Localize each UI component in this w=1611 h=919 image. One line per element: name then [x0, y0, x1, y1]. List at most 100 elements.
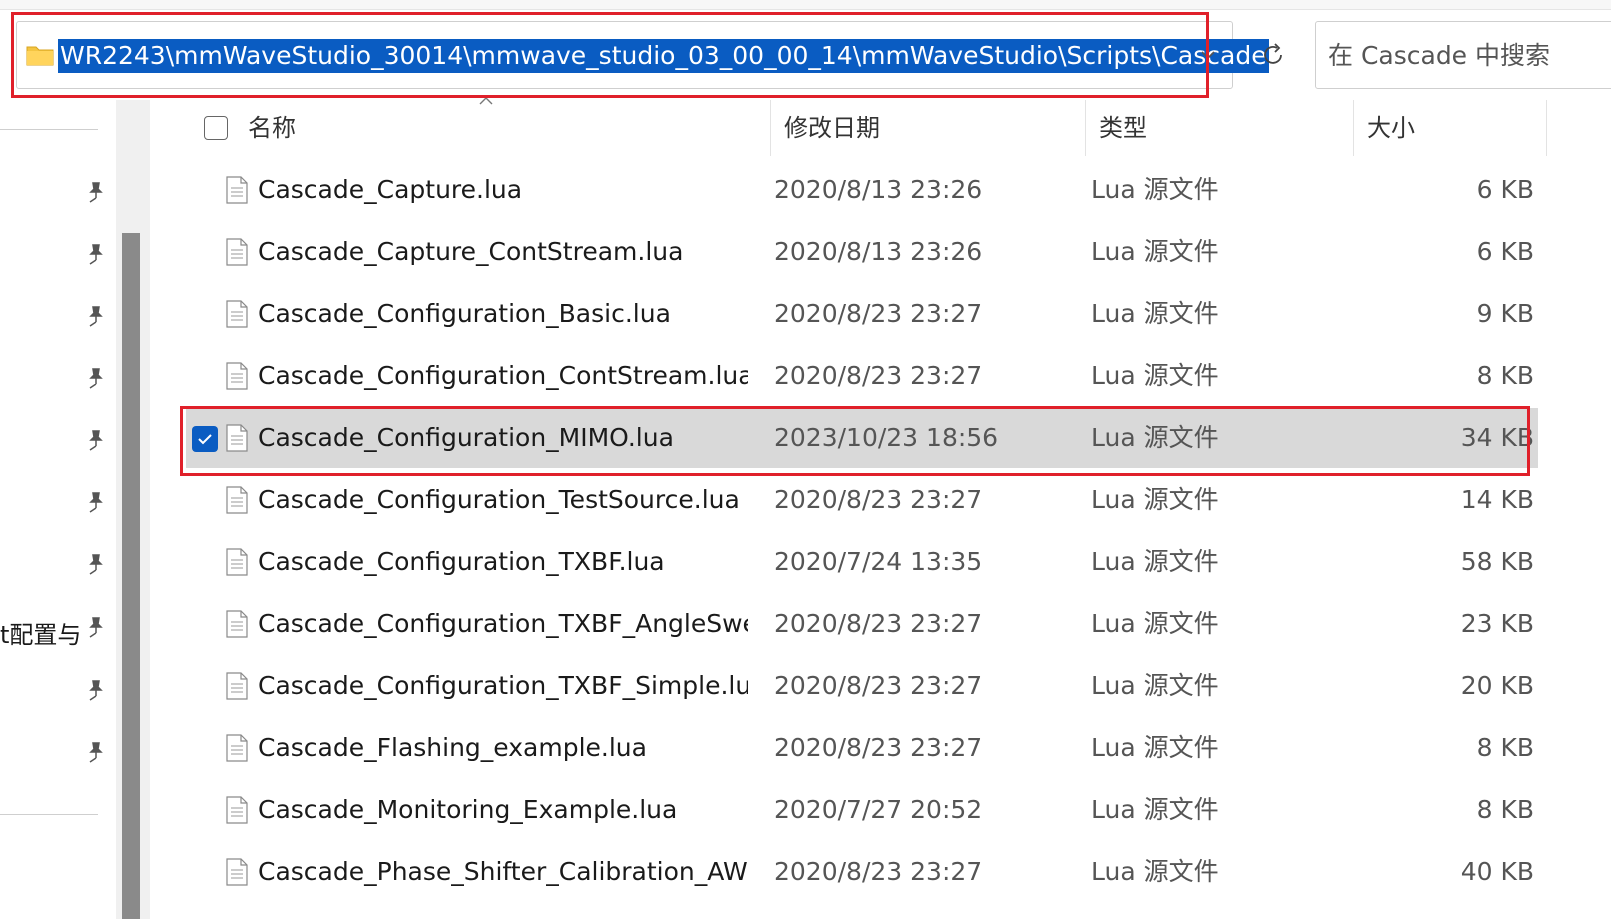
pin-icon[interactable]	[84, 678, 108, 702]
file-name: Cascade_Configuration_TXBF_Simple.lua	[258, 671, 748, 700]
file-size: 6 KB	[1476, 237, 1534, 266]
file-type: Lua 源文件	[1091, 175, 1219, 204]
column-header-modified[interactable]: 修改日期	[774, 100, 880, 156]
sort-caret-icon	[479, 97, 493, 105]
file-type: Lua 源文件	[1091, 857, 1219, 886]
file-row[interactable]: Cascade_Configuration_TXBF_Simple.lua 202…	[186, 656, 1538, 716]
file-row[interactable]: Cascade_Flashing_example.lua 2020/8/23 23…	[186, 718, 1538, 778]
file-type: Lua 源文件	[1091, 547, 1219, 576]
pin-icon[interactable]	[84, 552, 108, 576]
file-type: Lua 源文件	[1091, 299, 1219, 328]
file-name: Cascade_Monitoring_Example.lua	[258, 795, 678, 824]
window-top-edge	[0, 0, 1611, 10]
file-row[interactable]: Cascade_Monitoring_Example.lua 2020/7/27 …	[186, 780, 1538, 840]
file-modified-date: 2020/8/23 23:27	[774, 857, 983, 886]
lua-file-icon	[226, 238, 248, 266]
checkmark-icon	[198, 434, 212, 445]
file-size: 23 KB	[1460, 609, 1534, 638]
pin-icon[interactable]	[84, 304, 108, 328]
file-name: Cascade_Configuration_MIMO.lua	[258, 423, 674, 452]
file-size: 40 KB	[1460, 857, 1534, 886]
column-separator[interactable]	[1353, 100, 1354, 156]
lua-file-icon	[226, 486, 248, 514]
file-type: Lua 源文件	[1091, 609, 1219, 638]
lua-file-icon	[226, 300, 248, 328]
pin-icon[interactable]	[84, 366, 108, 390]
lua-file-icon	[226, 424, 248, 452]
column-header-name[interactable]: 名称	[238, 100, 296, 156]
lua-file-icon	[226, 176, 248, 204]
pin-icon[interactable]	[84, 490, 108, 514]
pin-icon[interactable]	[84, 242, 108, 266]
column-separator[interactable]	[1085, 100, 1086, 156]
pin-icon[interactable]	[84, 180, 108, 204]
column-separator[interactable]	[1546, 100, 1547, 156]
file-row[interactable]: Cascade_Capture.lua 2020/8/13 23:26 Lua 源文…	[186, 160, 1538, 220]
file-row[interactable]: Cascade_Configuration_TestSource.lua 2020…	[186, 470, 1538, 530]
file-name: Cascade_Configuration_TXBF_AngleSwee...	[258, 609, 748, 638]
file-modified-date: 2020/8/23 23:27	[774, 671, 983, 700]
file-size: 34 KB	[1460, 423, 1534, 452]
file-type: Lua 源文件	[1091, 795, 1219, 824]
file-type: Lua 源文件	[1091, 733, 1219, 762]
select-all-checkbox[interactable]	[204, 116, 228, 140]
file-name: Cascade_Capture_ContStream.lua	[258, 237, 684, 266]
column-header-type[interactable]: 类型	[1089, 100, 1147, 156]
file-modified-date: 2020/8/23 23:27	[774, 361, 983, 390]
address-bar[interactable]: WR2243\mmWaveStudio_30014\mmwave_studio_…	[16, 21, 1269, 89]
nav-scrollbar-thumb[interactable]	[122, 233, 140, 919]
file-modified-date: 2020/8/23 23:27	[774, 733, 983, 762]
column-header-row: 名称 修改日期 类型 大小	[152, 97, 1611, 156]
address-dropdown-button[interactable]	[1184, 22, 1232, 88]
file-row[interactable]: Cascade_Phase_Shifter_Calibration_AWR...…	[186, 842, 1538, 902]
file-modified-date: 2020/8/13 23:26	[774, 237, 983, 266]
row-checkbox-checked[interactable]	[192, 426, 218, 452]
column-header-size[interactable]: 大小	[1357, 100, 1415, 156]
nav-item-label[interactable]: t配置与	[0, 615, 82, 650]
lua-file-icon	[226, 548, 248, 576]
file-modified-date: 2020/8/23 23:27	[774, 485, 983, 514]
file-type: Lua 源文件	[1091, 361, 1219, 390]
refresh-icon	[1264, 43, 1282, 64]
file-modified-date: 2020/8/13 23:26	[774, 175, 983, 204]
file-size: 8 KB	[1476, 795, 1534, 824]
file-row[interactable]: Cascade_Capture_ContStream.lua 2020/8/13 …	[186, 222, 1538, 282]
file-row[interactable]: Cascade_Configuration_TXBF_AngleSwee... 2…	[186, 594, 1538, 654]
file-name: Cascade_Configuration_Basic.lua	[258, 299, 671, 328]
file-name: Cascade_Phase_Shifter_Calibration_AWR...	[258, 857, 748, 886]
folder-icon	[26, 46, 54, 66]
file-modified-date: 2023/10/23 18:56	[774, 423, 999, 452]
lua-file-icon	[226, 796, 248, 824]
file-row[interactable]: Cascade_Configuration_TXBF.lua 2020/7/24 …	[186, 532, 1538, 592]
file-size: 14 KB	[1460, 485, 1534, 514]
lua-file-icon	[226, 672, 248, 700]
search-input[interactable]	[1328, 22, 1611, 88]
pin-icon[interactable]	[84, 428, 108, 452]
file-type: Lua 源文件	[1091, 423, 1219, 452]
file-size: 6 KB	[1476, 175, 1534, 204]
file-row[interactable]: Cascade_Configuration_MIMO.lua 2023/10/23…	[186, 408, 1538, 468]
address-path-text[interactable]: WR2243\mmWaveStudio_30014\mmwave_studio_…	[58, 39, 1269, 73]
file-name: Cascade_Configuration_TXBF.lua	[258, 547, 665, 576]
pin-icon[interactable]	[84, 615, 108, 639]
file-name: Cascade_Configuration_ContStream.lua	[258, 361, 748, 390]
file-modified-date: 2020/7/24 13:35	[774, 547, 983, 576]
lua-file-icon	[226, 362, 248, 390]
file-modified-date: 2020/8/23 23:27	[774, 609, 983, 638]
file-type: Lua 源文件	[1091, 485, 1219, 514]
file-row[interactable]: Cascade_Configuration_ContStream.lua 2020…	[186, 346, 1538, 406]
file-size: 8 KB	[1476, 733, 1534, 762]
file-size: 8 KB	[1476, 361, 1534, 390]
navigation-pane: t配置与	[0, 100, 116, 919]
file-name: Cascade_Flashing_example.lua	[258, 733, 647, 762]
file-row[interactable]: Cascade_Configuration_Basic.lua 2020/8/23…	[186, 284, 1538, 344]
pin-icon[interactable]	[84, 740, 108, 764]
column-separator[interactable]	[770, 100, 771, 156]
refresh-button[interactable]	[1238, 21, 1308, 89]
search-box[interactable]	[1315, 21, 1611, 89]
file-size: 20 KB	[1460, 671, 1534, 700]
file-name: Cascade_Capture.lua	[258, 175, 523, 204]
file-modified-date: 2020/7/27 20:52	[774, 795, 983, 824]
file-type: Lua 源文件	[1091, 671, 1219, 700]
file-name: Cascade_Configuration_TestSource.lua	[258, 485, 740, 514]
